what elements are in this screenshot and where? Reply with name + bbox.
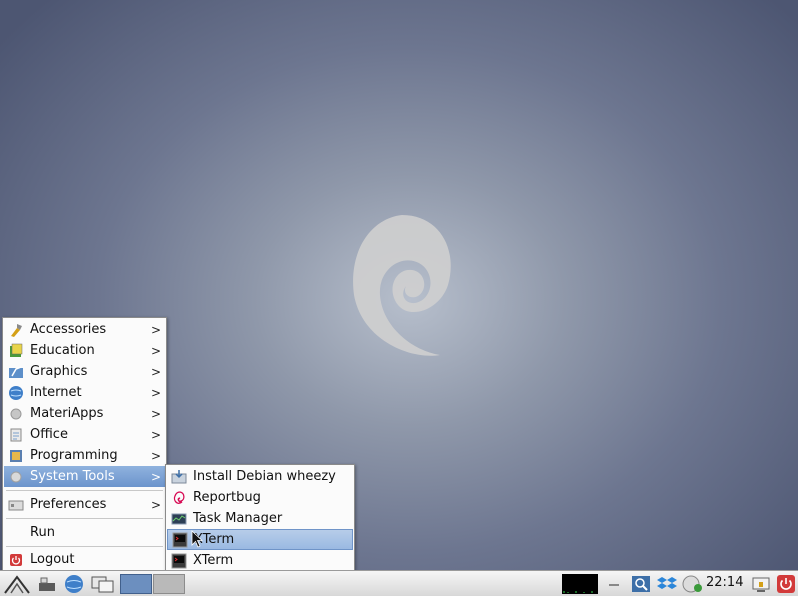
network-icon[interactable] (682, 574, 704, 594)
search-icon[interactable] (630, 574, 652, 594)
menu-item-system-tools[interactable]: System Tools > (4, 466, 165, 487)
menu-item-install-debian[interactable]: Install Debian wheezy (167, 466, 353, 487)
run-icon-placeholder (8, 525, 24, 541)
start-menu-icon[interactable] (2, 574, 32, 594)
menu-item-education[interactable]: Education > (4, 340, 165, 361)
mouse-cursor-icon (191, 530, 203, 548)
menu-item-accessories[interactable]: Accessories > (4, 319, 165, 340)
menu-item-preferences[interactable]: Preferences > (4, 494, 165, 515)
menu-item-label: MateriApps (30, 406, 104, 421)
chevron-right-icon: > (150, 427, 162, 442)
window-switcher-icon[interactable] (90, 574, 116, 594)
menu-item-run[interactable]: Run (4, 522, 165, 543)
menu-item-materiapps[interactable]: MateriApps > (4, 403, 165, 424)
clock[interactable]: 22:14 (706, 575, 743, 590)
web-browser-icon[interactable] (62, 574, 86, 594)
menu-item-label: XTerm (193, 553, 234, 568)
chevron-right-icon: > (150, 469, 162, 484)
debian-swirl-icon (171, 490, 187, 506)
programming-icon (8, 448, 24, 464)
menu-item-label: Graphics (30, 364, 88, 379)
system-tools-icon (8, 469, 24, 485)
menu-item-office[interactable]: Office > (4, 424, 165, 445)
chevron-right-icon: > (150, 497, 162, 512)
workspace-1-button[interactable] (120, 574, 152, 594)
menu-item-task-manager[interactable]: Task Manager (167, 508, 353, 529)
menu-separator (6, 518, 163, 519)
chevron-right-icon: > (150, 448, 162, 463)
screen-lock-icon[interactable] (750, 574, 772, 594)
tray-separator-icon (606, 574, 622, 594)
install-icon (171, 469, 187, 485)
chevron-right-icon: > (150, 322, 162, 337)
application-menu: Accessories > Education > Graphics > Int… (2, 317, 167, 572)
accessories-icon (8, 322, 24, 338)
preferences-icon (8, 497, 24, 513)
power-icon[interactable] (776, 574, 796, 594)
menu-item-internet[interactable]: Internet > (4, 382, 165, 403)
education-icon (8, 343, 24, 359)
menu-item-reportbug[interactable]: Reportbug (167, 487, 353, 508)
office-icon (8, 427, 24, 443)
menu-item-label: Internet (30, 385, 82, 400)
show-desktop-icon[interactable] (36, 574, 58, 594)
cpu-monitor-graph[interactable] (562, 574, 598, 594)
menu-separator (6, 490, 163, 491)
logout-icon (8, 552, 24, 568)
chevron-right-icon: > (150, 406, 162, 421)
internet-icon (8, 385, 24, 401)
menu-item-label: System Tools (30, 469, 115, 484)
menu-item-label: XTerm (194, 532, 235, 547)
chevron-right-icon: > (150, 364, 162, 379)
chevron-right-icon: > (150, 343, 162, 358)
menu-item-label: Install Debian wheezy (193, 469, 336, 484)
menu-item-logout[interactable]: Logout (4, 549, 165, 570)
system-tools-submenu: Install Debian wheezy Reportbug Task Man… (165, 464, 355, 572)
taskbar: 22:14 (0, 570, 798, 596)
materiapps-icon (8, 406, 24, 422)
menu-item-programming[interactable]: Programming > (4, 445, 165, 466)
menu-item-xterm-2[interactable]: XTerm (167, 550, 353, 571)
menu-item-label: Preferences (30, 497, 107, 512)
menu-item-label: Task Manager (193, 511, 283, 526)
debian-swirl-logo (353, 215, 451, 356)
task-manager-icon (171, 511, 187, 527)
menu-item-label: Accessories (30, 322, 107, 337)
terminal-icon (171, 553, 187, 569)
workspace-2-button[interactable] (153, 574, 185, 594)
menu-item-label: Programming (30, 448, 118, 463)
menu-separator (6, 546, 163, 547)
chevron-right-icon: > (150, 385, 162, 400)
terminal-icon (172, 532, 188, 548)
menu-item-label: Education (30, 343, 95, 358)
menu-item-label: Run (30, 525, 55, 540)
menu-item-label: Logout (30, 552, 75, 567)
graphics-icon (8, 364, 24, 380)
menu-item-graphics[interactable]: Graphics > (4, 361, 165, 382)
menu-item-label: Office (30, 427, 68, 442)
dropbox-icon[interactable] (656, 574, 678, 594)
menu-item-label: Reportbug (193, 490, 261, 505)
